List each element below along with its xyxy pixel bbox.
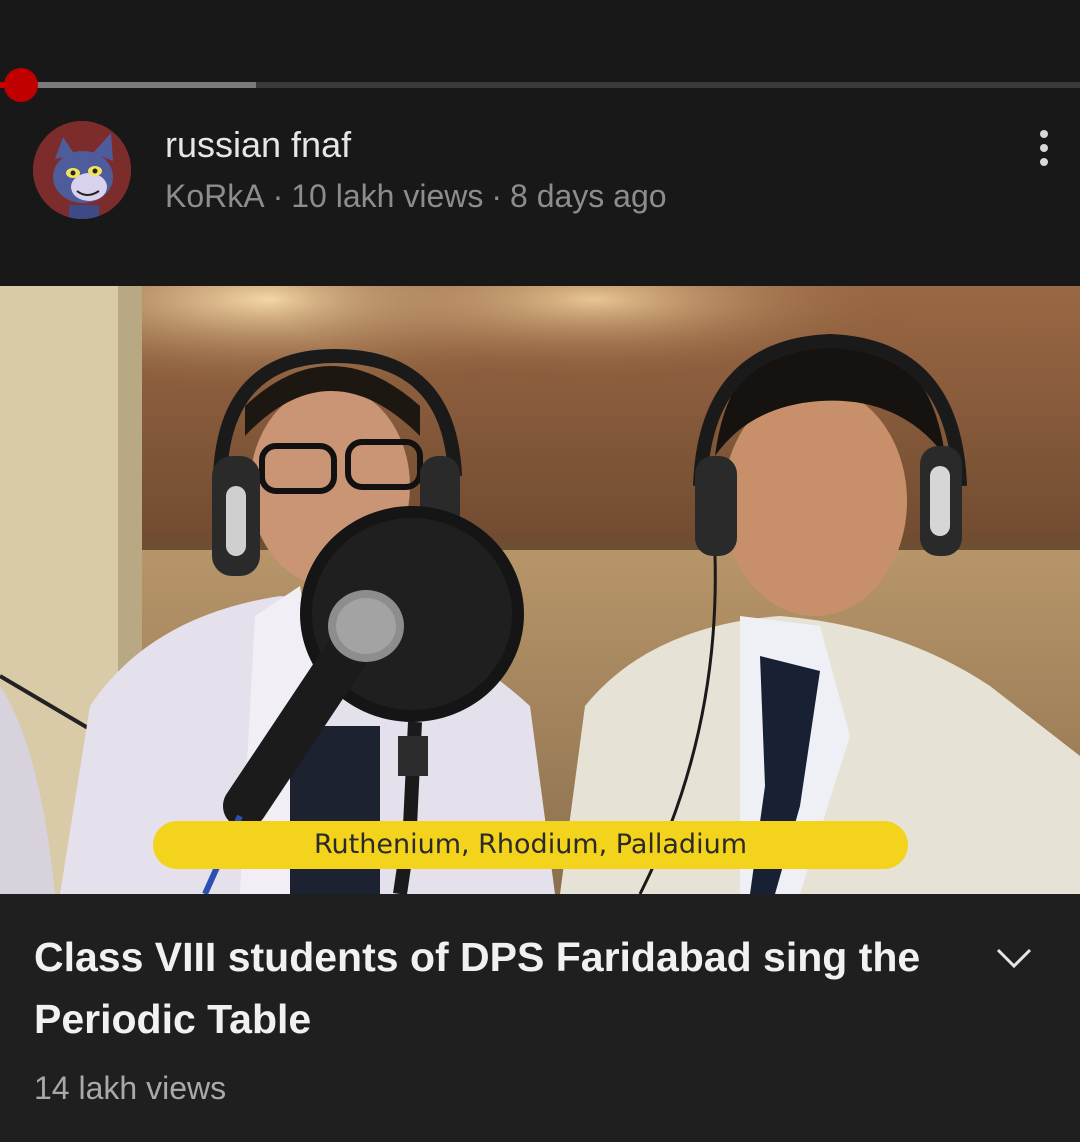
previous-video-meta: KoRkA · 10 lakh views · 8 days ago: [165, 178, 667, 215]
chevron-down-icon[interactable]: [994, 944, 1034, 974]
meta-separator: ·: [491, 178, 502, 214]
channel-name[interactable]: KoRkA: [165, 178, 265, 214]
thumbnail-caption: Ruthenium, Rhodium, Palladium: [153, 821, 908, 869]
channel-avatar[interactable]: [33, 121, 131, 219]
progress-buffered: [0, 82, 256, 88]
progress-scrubber-handle[interactable]: [4, 68, 38, 102]
video-thumbnail[interactable]: Ruthenium, Rhodium, Palladium: [0, 286, 1080, 894]
current-video-views: 14 lakh views: [34, 1070, 227, 1106]
progress-bar[interactable]: [0, 82, 1080, 88]
thumbnail-image: [0, 286, 1080, 894]
view-count: 10 lakh views: [291, 178, 484, 214]
video-feed-page: russian fnaf KoRkA · 10 lakh views · 8 days …: [0, 0, 1080, 1142]
previous-video-card[interactable]: russian fnaf KoRkA · 10 lakh views · 8 days …: [0, 0, 1080, 286]
meta-separator: ·: [272, 178, 284, 214]
upload-age: 8 days ago: [510, 178, 667, 214]
current-video-title[interactable]: Class VIII students of DPS Faridabad sin…: [34, 926, 954, 1050]
current-video-details: Class VIII students of DPS Faridabad sin…: [0, 894, 1080, 1142]
more-vert-icon[interactable]: [1024, 122, 1064, 170]
cartoon-cat-avatar-icon: [33, 121, 131, 219]
previous-video-title[interactable]: russian fnaf: [165, 124, 351, 166]
